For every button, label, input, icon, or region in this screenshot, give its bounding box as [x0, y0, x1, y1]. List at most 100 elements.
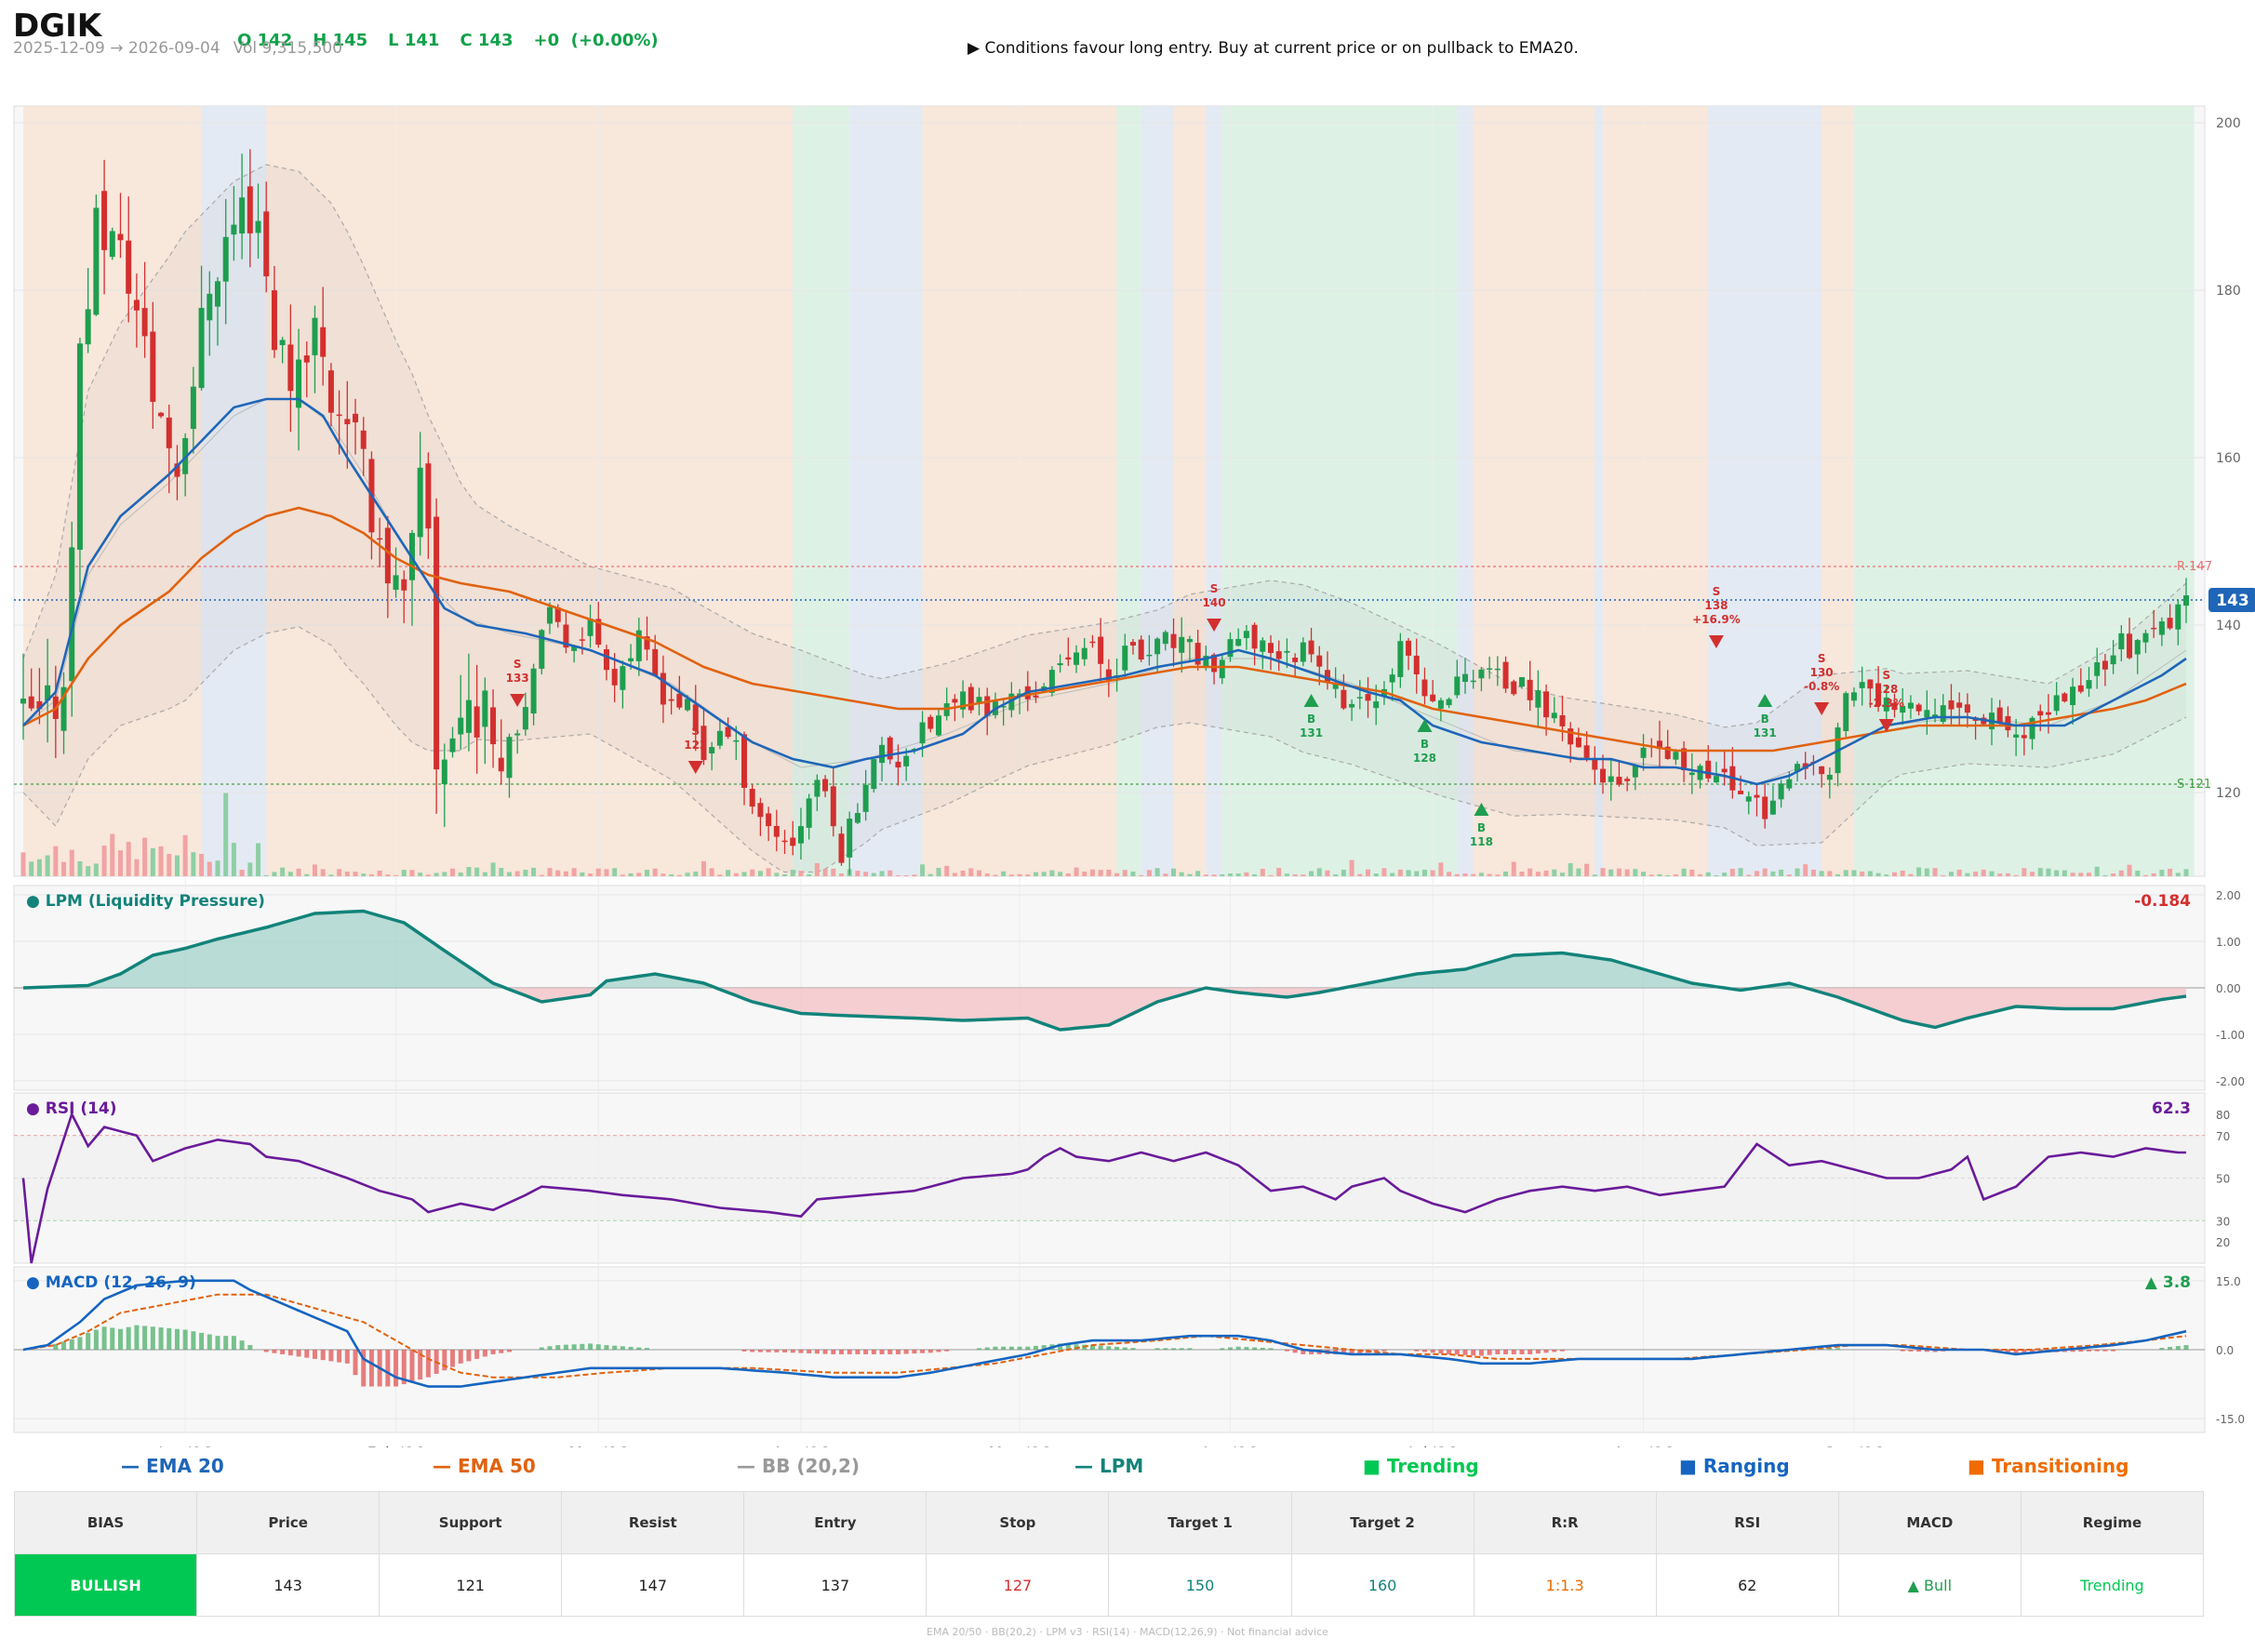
volume-bar [199, 853, 205, 876]
candle-body [1859, 682, 1865, 688]
volume-bar [328, 874, 334, 876]
volume-bar [434, 873, 439, 876]
volume-bar [77, 860, 83, 876]
macd-histogram-bar [847, 1350, 852, 1354]
volume-bar [53, 846, 59, 876]
volume-bar [1827, 871, 1833, 876]
candle-body [797, 826, 804, 844]
candle-body [441, 759, 447, 785]
macd-histogram-bar [199, 1332, 205, 1350]
macd-histogram-bar [863, 1350, 869, 1354]
candle-body [28, 696, 34, 709]
candle-body [158, 412, 165, 417]
macd-histogram-bar [150, 1326, 155, 1350]
volume-bar [61, 861, 67, 876]
macd-histogram-bar [1033, 1345, 1038, 1350]
volume-bar [150, 847, 155, 876]
macd-tick-label: 15.0 [2216, 1275, 2241, 1288]
candle-body [927, 716, 934, 729]
volume-bar [2054, 870, 2060, 876]
candle-body [1437, 699, 1444, 709]
volume-bar [1924, 868, 1929, 876]
macd-histogram-bar [993, 1346, 998, 1350]
macd-histogram-bar [394, 1350, 399, 1387]
volume-bar [458, 873, 463, 876]
candle-body [1235, 638, 1242, 646]
macd-histogram-bar [482, 1350, 487, 1357]
candle-body [1284, 650, 1290, 653]
volume-bar [1616, 868, 1621, 876]
volume-bar [1171, 868, 1177, 876]
volume-bar [1900, 871, 1905, 876]
volume-bar [984, 873, 990, 876]
macd-histogram-bar [466, 1350, 472, 1362]
volume-bar [425, 874, 431, 876]
candle-body [1373, 701, 1380, 709]
header-rr: R:R [1473, 1491, 1657, 1554]
volume-bar [2151, 873, 2156, 876]
candle-body [490, 707, 497, 745]
candle-body [1850, 692, 1857, 701]
macd-histogram-bar [353, 1350, 358, 1376]
sell-signal-label: S [514, 658, 522, 671]
candle-body [474, 706, 480, 738]
macd-tick-label: -15.0 [2216, 1413, 2245, 1426]
volume-bar [1065, 873, 1071, 876]
rsi-value: 62.3 [2152, 1099, 2191, 1118]
volume-bar [1511, 861, 1516, 876]
candle-body [1251, 624, 1258, 649]
candle-body [117, 233, 124, 241]
rr-value: 1:1.3 [1473, 1553, 1657, 1617]
volume-bar [1397, 869, 1403, 876]
candle-body [303, 355, 310, 363]
macd-histogram-bar [474, 1350, 480, 1359]
volume-bar [1875, 873, 1881, 876]
sell-signal-label: -2.3% [1869, 697, 1904, 710]
candle-body [198, 308, 205, 389]
macd-histogram-bar [766, 1350, 771, 1352]
candle-body [506, 737, 513, 779]
macd-histogram-bar [1008, 1346, 1014, 1350]
volume-bar [1203, 874, 1208, 876]
candle-body [1268, 643, 1274, 654]
volume-bar [636, 873, 642, 876]
candle-body [1487, 668, 1493, 670]
regime-band-transitioning [1173, 106, 1207, 876]
macd-histogram-bar [871, 1350, 876, 1354]
entry-value: 137 [743, 1553, 927, 1617]
sell-signal-label: S [1882, 669, 1890, 682]
volume-bar [1860, 871, 1865, 876]
macd-histogram-bar [1292, 1350, 1298, 1353]
target1-value: 150 [1108, 1553, 1292, 1617]
volume-bar [1867, 871, 1873, 876]
macd-histogram-bar [628, 1346, 634, 1350]
macd-histogram-bar [296, 1350, 301, 1357]
candle-body [1535, 690, 1541, 708]
candle-body [393, 575, 399, 591]
macd-histogram-bar [344, 1350, 350, 1364]
candle-body [1389, 674, 1395, 683]
volume-bar [1106, 869, 1112, 876]
volume-bar [1235, 873, 1241, 876]
candle-body [1154, 638, 1161, 655]
price-tick-label: 160 [2216, 451, 2241, 466]
macd-histogram-bar [912, 1350, 917, 1354]
volume-bar [1430, 870, 1435, 876]
volume-bar [1624, 869, 1630, 876]
macd-histogram-bar [741, 1350, 747, 1352]
macd-histogram-bar [798, 1350, 804, 1353]
candle-body [93, 207, 100, 315]
volume-bar [134, 859, 140, 876]
macd-histogram-bar [223, 1336, 229, 1350]
volume-bar [750, 869, 755, 876]
volume-bar [409, 870, 415, 876]
candle-body [749, 789, 755, 807]
legend-transitioning: ■ Transitioning [1968, 1455, 2129, 1477]
macd-histogram-bar [944, 1350, 950, 1352]
candle-body [2086, 680, 2092, 689]
volume-bar [142, 837, 148, 876]
macd-histogram-bar [450, 1350, 456, 1367]
candle-body [1713, 776, 1719, 783]
macd-histogram-bar [1252, 1347, 1258, 1350]
candle-body [806, 798, 812, 828]
